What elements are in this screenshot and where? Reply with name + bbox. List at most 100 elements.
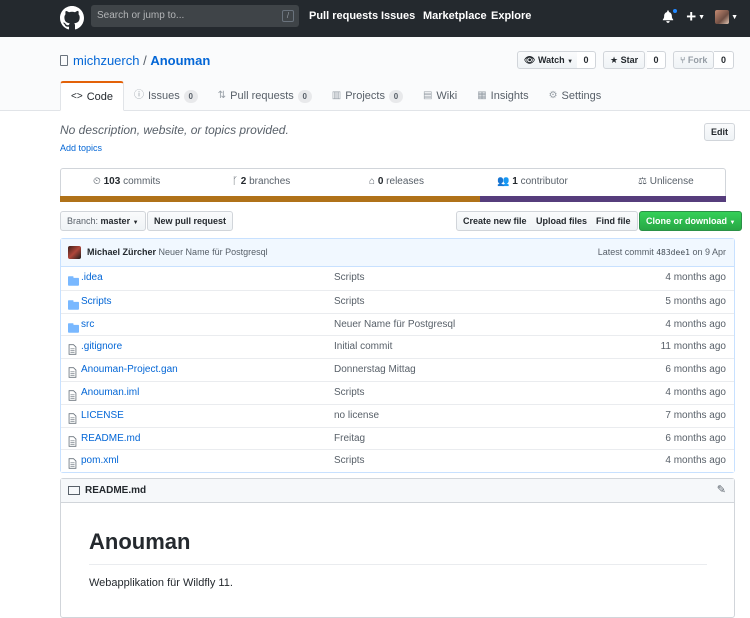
file-commit-message[interactable]: Scripts xyxy=(334,450,365,472)
fork-button[interactable]: ⑂ Fork xyxy=(673,51,715,69)
wiki-icon: ▤ xyxy=(422,90,433,101)
people-icon: 👥 xyxy=(497,176,510,187)
readme-heading: Anouman xyxy=(89,529,707,565)
repo-owner-link[interactable]: michzuerch xyxy=(73,53,139,68)
repo-name-link[interactable]: Anouman xyxy=(150,53,210,68)
nav-marketplace[interactable]: Marketplace xyxy=(423,0,487,37)
star-count[interactable]: 0 xyxy=(647,51,666,69)
pencil-icon[interactable]: ✎ xyxy=(717,479,726,502)
watch-count[interactable]: 0 xyxy=(577,51,596,69)
code-icon: <> xyxy=(71,90,83,102)
file-row[interactable]: Anouman.iml Scripts 4 months ago xyxy=(61,380,734,404)
language-segment[interactable] xyxy=(479,196,726,202)
file-name-link[interactable]: Anouman.iml xyxy=(81,382,139,404)
commits-link[interactable]: ⏲ 103 commits xyxy=(93,169,160,197)
commit-sha-link[interactable]: 483dee1 xyxy=(656,248,690,257)
tab-issues[interactable]: ⓘ Issues 0 xyxy=(124,81,208,111)
file-row[interactable]: pom.xml Scripts 4 months ago xyxy=(61,449,734,473)
branch-icon: ᚴ xyxy=(232,176,238,187)
github-logo-icon[interactable] xyxy=(60,6,84,30)
file-commit-message[interactable]: Neuer Name für Postgresql xyxy=(334,314,455,336)
search-input[interactable]: Search or jump to... / xyxy=(91,5,299,27)
file-row[interactable]: src Neuer Name für Postgresql 4 months ago xyxy=(61,312,734,336)
file-commit-message[interactable]: Freitag xyxy=(334,428,365,450)
notification-bell-icon[interactable] xyxy=(662,8,679,25)
new-pull-request-button[interactable]: New pull request xyxy=(147,211,234,231)
clone-or-download-button[interactable]: Clone or download ▼ xyxy=(639,211,743,231)
file-commit-message[interactable]: Scripts xyxy=(334,291,365,313)
contributors-label: contributor xyxy=(520,176,568,187)
file-commit-message[interactable]: Initial commit xyxy=(334,336,392,358)
tab-pull-requests[interactable]: ⇅ Pull requests 0 xyxy=(208,81,322,111)
branches-link[interactable]: ᚴ 2 branches xyxy=(232,169,290,197)
edit-description-button[interactable]: Edit xyxy=(704,123,735,141)
releases-link[interactable]: ⌂ 0 releases xyxy=(369,169,424,197)
tab-projects[interactable]: ▥ Projects 0 xyxy=(322,81,413,111)
contributors-link[interactable]: 👥 1 contributor xyxy=(497,169,568,197)
file-name-link[interactable]: LICENSE xyxy=(81,405,124,427)
branch-select-button[interactable]: Branch: master ▼ xyxy=(60,211,146,231)
file-row[interactable]: README.md Freitag 6 months ago xyxy=(61,426,734,450)
tab-count-badge: 0 xyxy=(388,89,403,103)
file-age: 5 months ago xyxy=(665,295,726,307)
upload-files-button[interactable]: Upload files xyxy=(530,211,595,231)
repo-tabs: <> Code ⓘ Issues 0 ⇅ Pull requests 0 ▥ Project… xyxy=(60,81,611,111)
file-commit-message[interactable]: Scripts xyxy=(334,382,365,404)
caret-down-icon: ▼ xyxy=(567,59,574,65)
fork-icon: ⑂ xyxy=(680,55,686,65)
fork-count[interactable]: 0 xyxy=(714,51,734,69)
file-name-link[interactable]: .gitignore xyxy=(81,336,122,358)
file-row[interactable]: Anouman-Project.gan Donnerstag Mittag 6 mo… xyxy=(61,358,734,381)
nav-issues[interactable]: Issues xyxy=(381,0,415,37)
file-name-link[interactable]: src xyxy=(81,314,94,336)
star-button[interactable]: ★ Star xyxy=(603,51,646,69)
find-file-button[interactable]: Find file xyxy=(590,211,638,231)
file-icon xyxy=(68,365,78,378)
file-name-link[interactable]: Scripts xyxy=(81,291,112,313)
file-commit-message[interactable]: Scripts xyxy=(334,267,365,289)
file-row[interactable]: Scripts Scripts 5 months ago xyxy=(61,289,734,313)
tab-label: Insights xyxy=(490,90,529,102)
file-name-link[interactable]: pom.xml xyxy=(81,450,119,472)
watch-button[interactable]: 👁 Watch ▼ xyxy=(517,51,581,69)
file-commit-message[interactable]: no license xyxy=(334,405,379,427)
readme-box: README.md ✎ Anouman Webapplikation für W… xyxy=(60,478,735,618)
pull-request-icon: ⇅ xyxy=(217,90,227,101)
commit-author-avatar[interactable] xyxy=(68,246,81,259)
user-avatar xyxy=(715,10,730,24)
create-new-file-button[interactable]: Create new file xyxy=(456,211,534,231)
commit-date: on 9 Apr xyxy=(692,247,726,257)
file-row[interactable]: LICENSE no license 7 months ago xyxy=(61,403,734,427)
file-name-link[interactable]: .idea xyxy=(81,267,103,289)
file-age: 6 months ago xyxy=(665,364,726,376)
commit-author-info: Michael Zürcher Neuer Name für Postgresq… xyxy=(87,247,268,257)
repo-icon xyxy=(60,55,68,66)
file-name-link[interactable]: Anouman-Project.gan xyxy=(81,359,178,381)
nav-pull-requests[interactable]: Pull requests xyxy=(309,0,378,37)
law-icon: ⚖ xyxy=(638,176,647,187)
tab-code[interactable]: <> Code xyxy=(60,81,124,111)
file-commit-message[interactable]: Donnerstag Mittag xyxy=(334,359,416,381)
repo-description: No description, website, or topics provi… xyxy=(60,123,289,137)
tab-wiki[interactable]: ▤ Wiki xyxy=(413,81,467,111)
create-new-dropdown[interactable]: + ▼ xyxy=(686,8,705,25)
top-header: Search or jump to... / Pull requests Iss… xyxy=(0,0,750,37)
add-topics-link[interactable]: Add topics xyxy=(60,143,102,153)
releases-label: releases xyxy=(386,176,424,187)
language-bar[interactable] xyxy=(60,196,726,202)
tab-insights[interactable]: ▦ Insights xyxy=(467,81,538,111)
nav-explore[interactable]: Explore xyxy=(491,0,531,37)
user-menu-dropdown[interactable]: ▼ xyxy=(715,10,738,24)
license-link[interactable]: ⚖ Unlicense xyxy=(638,169,694,197)
watch-label: Watch xyxy=(537,55,565,65)
file-row[interactable]: .gitignore Initial commit 11 months ago xyxy=(61,335,734,359)
releases-count: 0 xyxy=(377,176,384,187)
file-name-link[interactable]: README.md xyxy=(81,428,140,450)
readme-filename: README.md xyxy=(85,485,147,496)
file-age: 4 months ago xyxy=(665,455,726,467)
commit-message-link[interactable]: Neuer Name für Postgresql xyxy=(159,247,268,257)
language-segment[interactable] xyxy=(60,196,480,202)
tab-settings[interactable]: ⚙ Settings xyxy=(539,81,612,111)
file-row[interactable]: .idea Scripts 4 months ago xyxy=(61,267,734,290)
commit-author-name[interactable]: Michael Zürcher xyxy=(87,247,156,257)
